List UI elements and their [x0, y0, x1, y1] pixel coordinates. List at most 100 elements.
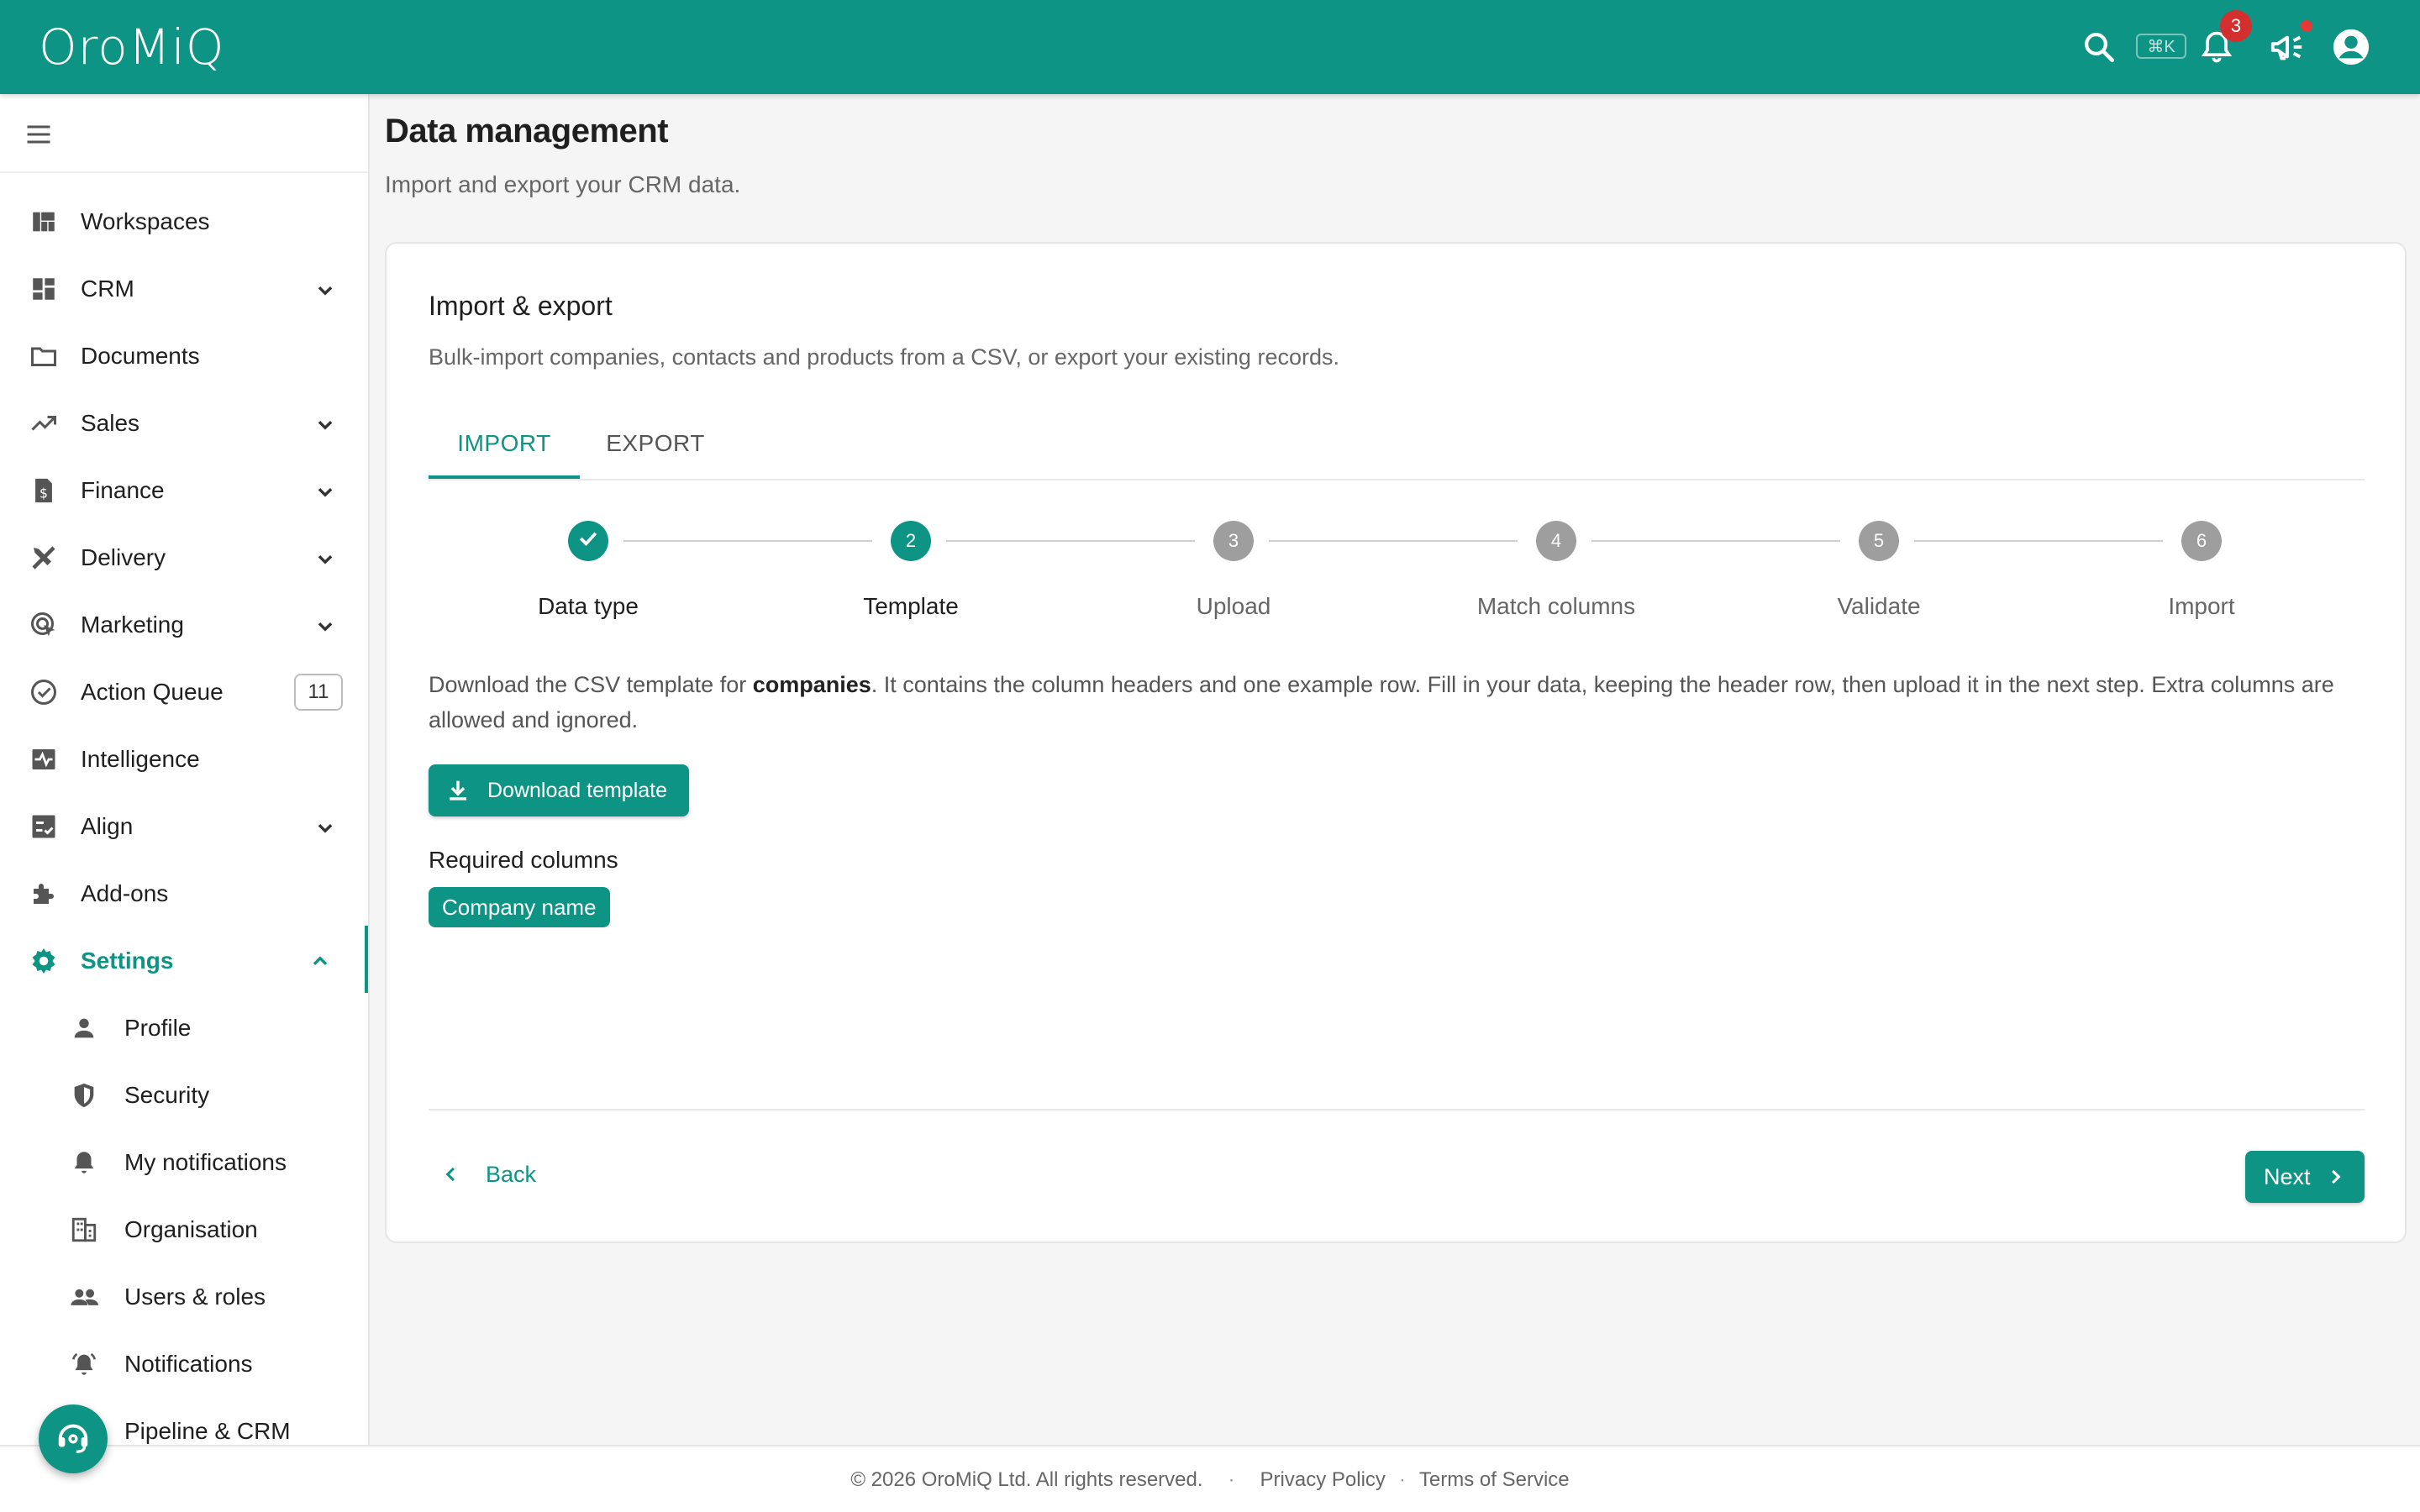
dashboard-icon — [27, 205, 60, 239]
sidebar-item-label: Documents — [81, 343, 200, 369]
sidebar-item-label: Security — [124, 1082, 210, 1108]
step-connector — [946, 540, 1195, 542]
step-label: Validate — [1837, 593, 1921, 619]
sidebar-item-action-queue[interactable]: Action Queue 11 — [0, 659, 368, 726]
sidebar-subitem-users-roles[interactable]: Users & roles — [0, 1263, 368, 1331]
sidebar-item-label: Finance — [81, 477, 165, 503]
sidebar-item-settings[interactable]: Settings — [0, 927, 368, 995]
step-4: 4 — [1536, 521, 1576, 561]
announcement-dot — [2301, 20, 2312, 32]
footer-separator: · — [1398, 1468, 1406, 1491]
sidebar-item-label: Organisation — [124, 1216, 258, 1242]
footer: © 2026 OroMiQ Ltd. All rights reserved. … — [0, 1445, 2420, 1512]
checklist-icon — [27, 810, 60, 843]
megaphone-icon[interactable] — [2265, 25, 2309, 69]
target-cursor-icon — [27, 608, 60, 642]
card-title: Import & export — [429, 291, 613, 321]
step-connector — [1269, 540, 1518, 542]
action-queue-count-badge: 11 — [294, 674, 343, 711]
svg-text:$: $ — [39, 486, 48, 501]
sidebar-subitem-notifications[interactable]: Notifications — [0, 1331, 368, 1398]
invoice-icon: $ — [27, 474, 60, 507]
tab-export[interactable]: EXPORT — [580, 410, 731, 477]
sidebar-item-documents[interactable]: Documents — [0, 323, 368, 390]
sidebar-subitem-organisation[interactable]: Organisation — [0, 1196, 368, 1263]
chevron-left-icon — [437, 1160, 466, 1189]
sidebar-subitem-profile[interactable]: Profile — [0, 995, 368, 1062]
sidebar-item-delivery[interactable]: Delivery — [0, 524, 368, 591]
next-label: Next — [2264, 1163, 2311, 1189]
next-button[interactable]: Next — [2245, 1151, 2365, 1203]
card-subtitle: Bulk-import companies, contacts and prod… — [429, 344, 1339, 370]
step-connector — [623, 540, 872, 542]
back-label: Back — [486, 1161, 537, 1187]
download-template-button[interactable]: Download template — [429, 764, 689, 816]
chevron-down-icon[interactable] — [311, 813, 339, 842]
sidebar-item-align[interactable]: Align — [0, 793, 368, 860]
building-icon — [67, 1213, 101, 1247]
chevron-down-icon[interactable] — [311, 544, 339, 573]
puzzle-icon — [27, 877, 60, 911]
search-icon[interactable] — [2077, 25, 2121, 69]
step-6: 6 — [2181, 521, 2222, 561]
chevron-down-icon[interactable] — [311, 477, 339, 506]
step-1-completed — [568, 521, 608, 561]
footer-separator: · — [1228, 1468, 1235, 1491]
sidebar-item-label: Pipeline & CRM — [124, 1418, 291, 1444]
card-divider — [429, 1109, 2365, 1110]
download-icon — [444, 776, 472, 805]
shield-icon — [67, 1079, 101, 1112]
bell-ring-icon — [67, 1347, 101, 1381]
app-logo[interactable]: OroMiQ — [39, 18, 225, 76]
sidebar-item-label: CRM — [81, 276, 134, 302]
step-label: Upload — [1196, 593, 1271, 619]
sidebar-item-label: Align — [81, 813, 134, 839]
tab-import[interactable]: IMPORT — [429, 410, 580, 477]
sidebar-item-label: Profile — [124, 1015, 192, 1041]
person-icon — [67, 1011, 101, 1045]
step-connector — [1914, 540, 2163, 542]
chevron-up-icon[interactable] — [306, 948, 334, 976]
step-label: Import — [2168, 593, 2235, 619]
support-button[interactable] — [39, 1404, 108, 1473]
top-app-bar: OroMiQ ⌘K 3 — [0, 0, 2420, 94]
back-button[interactable]: Back — [429, 1149, 536, 1200]
sidebar-item-workspaces[interactable]: Workspaces — [0, 188, 368, 255]
account-icon[interactable] — [2329, 25, 2373, 69]
terms-of-service-link[interactable]: Terms of Service — [1419, 1468, 1570, 1492]
notification-count-badge: 3 — [2220, 10, 2252, 42]
privacy-policy-link[interactable]: Privacy Policy — [1260, 1468, 1386, 1492]
sidebar-item-label: Notifications — [124, 1351, 253, 1377]
check-icon — [576, 526, 601, 556]
step-label: Template — [863, 593, 959, 619]
step-5: 5 — [1859, 521, 1899, 561]
sidebar-item-label: Add-ons — [81, 880, 169, 906]
template-description: Download the CSV template for companies.… — [429, 672, 2334, 732]
sidebar-item-label: Delivery — [81, 544, 166, 570]
step-2-active: 2 — [891, 521, 931, 561]
chevron-down-icon[interactable] — [311, 410, 339, 438]
chevron-down-icon[interactable] — [311, 276, 339, 304]
page-title: Data management — [385, 113, 669, 150]
sidebar-item-crm[interactable]: CRM — [0, 255, 368, 323]
sidebar-item-marketing[interactable]: Marketing — [0, 591, 368, 659]
page-subtitle: Import and export your CRM data. — [385, 171, 741, 197]
sidebar-divider — [0, 171, 368, 173]
sidebar-subitem-security[interactable]: Security — [0, 1062, 368, 1129]
chevron-down-icon[interactable] — [311, 612, 339, 640]
sidebar-item-sales[interactable]: Sales — [0, 390, 368, 457]
sidebar-subitem-my-notifications[interactable]: My notifications — [0, 1129, 368, 1196]
sidebar-item-finance[interactable]: $ Finance — [0, 457, 368, 524]
menu-icon[interactable] — [24, 119, 57, 153]
chevron-right-icon — [2321, 1163, 2349, 1191]
tab-divider — [429, 479, 2365, 480]
required-column-chip: Company name — [429, 887, 610, 927]
trending-up-icon — [27, 407, 60, 440]
sidebar-item-add-ons[interactable]: Add-ons — [0, 860, 368, 927]
sidebar-item-intelligence[interactable]: Intelligence — [0, 726, 368, 793]
sidebar: Workspaces CRM Documents Sales $ Finance… — [0, 94, 370, 1445]
step-connector — [1591, 540, 1840, 542]
headset-icon — [54, 1418, 92, 1461]
group-icon — [67, 1280, 101, 1314]
sidebar-item-label: Settings — [81, 948, 174, 974]
